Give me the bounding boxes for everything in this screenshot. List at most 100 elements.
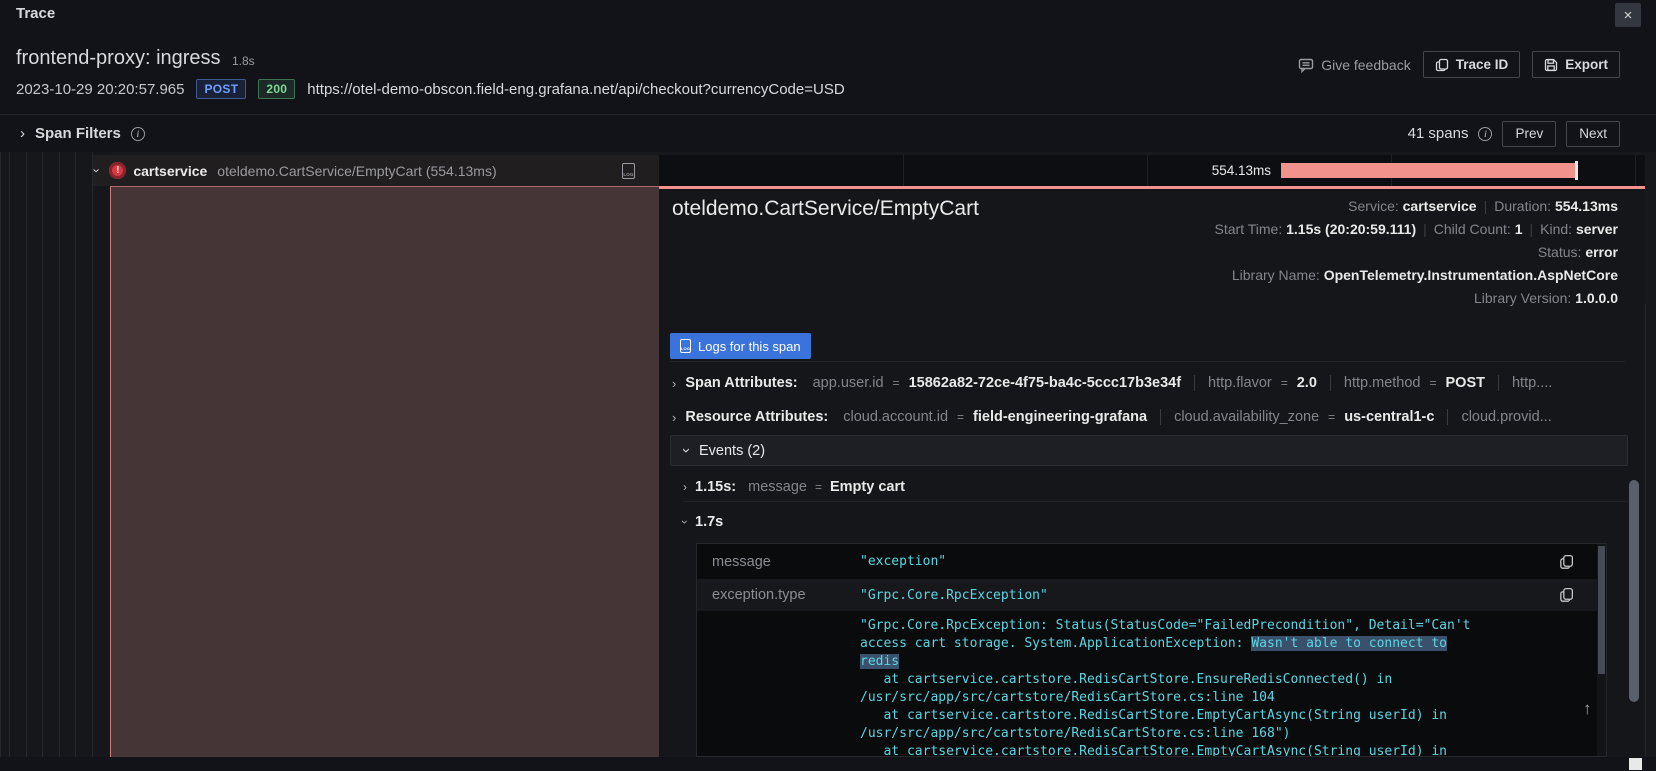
kv-value: "Grpc.Core.RpcException" [860, 587, 1048, 603]
http-status-badge: 200 [258, 79, 296, 99]
timeline-header: 554.13ms [659, 155, 1645, 186]
kv-value: "exception" [860, 554, 947, 569]
scrollbar-corner [1629, 758, 1642, 770]
span-operation-name: oteldemo.CartService/EmptyCart (554.13ms… [217, 162, 497, 179]
meta-line-2: Start Time: 1.15s (20:20:59.111) | Child C… [1214, 221, 1618, 237]
trace-viewport: › ! cartservice oteldemo.CartService/Emp… [0, 152, 1656, 771]
chevron-right-icon: › [20, 125, 25, 142]
export-label: Export [1565, 57, 1608, 72]
trace-meta-row: 2023-10-29 20:20:57.965 POST 200 https:/… [16, 77, 845, 101]
event-value: Empty cart [829, 479, 905, 495]
scroll-to-top-icon[interactable]: ↑ [1583, 699, 1592, 719]
indent-guides [0, 152, 110, 757]
event-time: 1.15s: [695, 479, 737, 495]
span-filters-toggle[interactable]: › Span Filters i [20, 125, 145, 142]
span-filters-label: Span Filters [35, 125, 121, 142]
kv-key: exception.type [712, 587, 806, 603]
prev-span-button[interactable]: Prev [1502, 120, 1557, 147]
meta-line-3: Status: error [1537, 244, 1618, 260]
trace-name: frontend-proxy: ingress [16, 47, 221, 69]
span-attributes-label: Span Attributes: [685, 375, 798, 391]
bottom-strip [0, 757, 1656, 771]
attr-key: app.user.id [812, 375, 884, 391]
chevron-down-icon: › [89, 168, 105, 173]
attr-value: 2.0 [1296, 375, 1317, 391]
attr-key: http.method [1343, 375, 1421, 391]
meta-line-5: Library Version: 1.0.0.0 [1474, 290, 1618, 306]
kv-row-exception-type: exception.type "Grpc.Core.RpcException" [697, 579, 1606, 611]
give-feedback-link[interactable]: Give feedback [1298, 57, 1411, 73]
span-detail-panel: oteldemo.CartService/EmptyCart Service: … [659, 189, 1645, 757]
http-method-badge: POST [196, 79, 247, 99]
chevron-right-icon: › [672, 375, 677, 391]
events-label: Events (2) [699, 442, 766, 459]
copy-icon [1435, 58, 1448, 71]
export-button[interactable]: Export [1532, 51, 1620, 78]
span-count: 41 spans [1407, 125, 1469, 142]
attr-key: cloud.account.id [843, 409, 949, 425]
span-service-name: cartservice [133, 162, 208, 179]
copy-icon[interactable] [1559, 554, 1574, 570]
span-row-cartservice[interactable]: › ! cartservice oteldemo.CartService/Emp… [89, 155, 659, 186]
attr-key: cloud.availability_zone [1174, 409, 1320, 425]
panel-scrollbar[interactable] [1629, 480, 1639, 702]
copy-icon[interactable] [1559, 587, 1574, 603]
event-row-1[interactable]: › 1.15s: message = Empty cart [683, 479, 905, 495]
event-attributes-table: message "exception" exception.type "Grpc… [696, 543, 1607, 757]
attr-truncated: cloud.provid... [1461, 409, 1552, 425]
attr-value: us-central1-c [1344, 409, 1435, 425]
kv-key [697, 676, 860, 696]
meta-line-1: Service: cartservice | Duration: 554.13ms [1348, 198, 1618, 214]
trace-duration: 1.8s [232, 54, 255, 68]
attr-value: field-engineering-grafana [973, 409, 1148, 425]
expanded-span-background [110, 186, 659, 757]
chevron-right-icon: › [683, 480, 687, 494]
trace-id-label: Trace ID [1455, 57, 1509, 72]
divider [683, 501, 1628, 502]
info-icon: i [130, 126, 145, 141]
kv-row-stacktrace: "Grpc.Core.RpcException: Status(StatusCo… [697, 611, 1606, 757]
drawer-title: Trace [16, 5, 56, 22]
error-icon: ! [109, 162, 127, 179]
kv-key: message [712, 553, 771, 570]
attr-key: http.flavor [1208, 375, 1272, 391]
chevron-right-icon: › [672, 409, 677, 425]
give-feedback-label: Give feedback [1321, 56, 1411, 73]
attr-truncated: http.... [1511, 375, 1553, 391]
logs-for-span-button[interactable]: LOG Logs for this span [670, 333, 811, 359]
stacktrace-text: "Grpc.Core.RpcException: Status(StatusCo… [860, 618, 1471, 757]
close-icon[interactable]: × [1615, 3, 1641, 27]
log-document-icon: LOG [680, 339, 691, 353]
events-section-toggle[interactable]: › Events (2) [670, 435, 1628, 466]
chevron-down-icon: › [678, 520, 692, 524]
span-bar-end-tick [1575, 161, 1578, 180]
attr-value: 15862a82-72ce-4f75-ba4c-5ccc17b3e34f [908, 375, 1182, 391]
resource-attributes-row[interactable]: › Resource Attributes: cloud.account.id =… [672, 402, 1625, 432]
span-filters-bar: › Span Filters i 41 spans i Prev Next [0, 114, 1656, 152]
span-duration-bar[interactable] [1281, 163, 1577, 178]
trace-url: https://otel-demo-obscon.field-eng.grafa… [307, 80, 845, 98]
info-icon: i [1478, 126, 1493, 141]
span-nav: 41 spans i Prev Next [1407, 120, 1620, 147]
span-detail-meta: Service: cartservice | Duration: 554.13ms … [1215, 195, 1618, 310]
table-scrollbar[interactable] [1597, 544, 1606, 756]
divider [670, 361, 1625, 362]
chevron-down-icon: › [678, 448, 695, 453]
meta-line-4: Library Name: OpenTelemetry.Instrumentat… [1231, 267, 1618, 283]
span-attributes-row[interactable]: › Span Attributes: app.user.id = 15862a82-… [672, 368, 1625, 398]
kv-row-message: message "exception" [697, 544, 1606, 579]
trace-id-button[interactable]: Trace ID [1422, 51, 1521, 78]
trace-drawer: Trace × frontend-proxy: ingress 1.8s 202… [0, 0, 1656, 771]
event-row-2[interactable]: › 1.7s [678, 514, 724, 530]
span-detail-title: oteldemo.CartService/EmptyCart [672, 197, 979, 220]
resource-attributes-label: Resource Attributes: [685, 409, 829, 425]
divider [1645, 304, 1646, 771]
event-time: 1.7s [695, 514, 724, 530]
save-icon [1545, 58, 1558, 71]
event-key: message [748, 479, 807, 495]
header-actions: Give feedback Trace ID Export [1298, 51, 1620, 78]
next-span-button[interactable]: Next [1566, 120, 1620, 147]
span-duration-label: 554.13ms [1211, 163, 1271, 178]
comment-icon [1299, 58, 1314, 73]
log-document-icon[interactable]: LOG [622, 162, 635, 179]
